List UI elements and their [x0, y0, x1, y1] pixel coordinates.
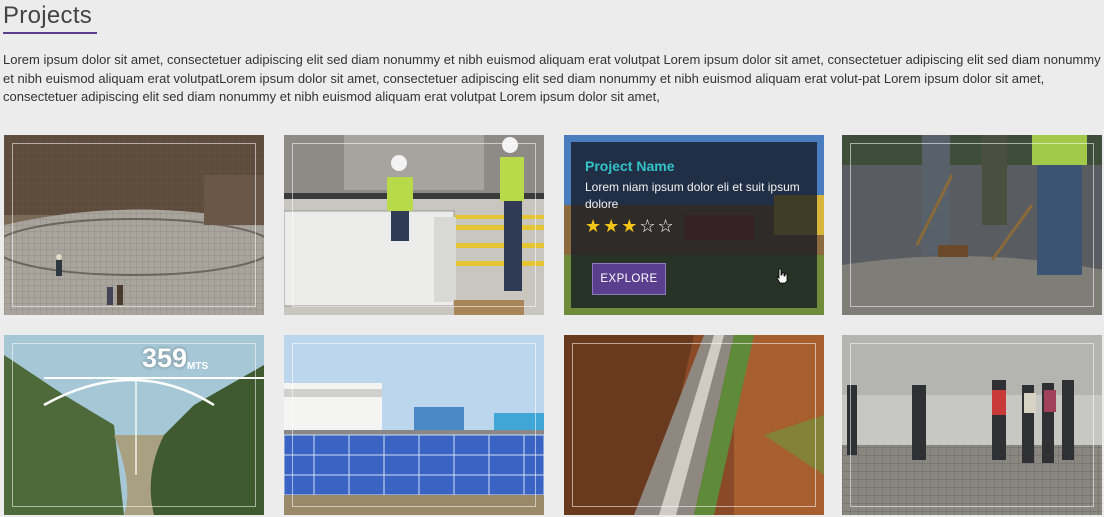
- project-tile-2[interactable]: [284, 135, 544, 315]
- workers-container-image: [284, 135, 544, 315]
- page-title: Projects: [3, 2, 93, 29]
- canal-channel-image: [564, 335, 824, 515]
- project-tile-4[interactable]: [842, 135, 1102, 315]
- workers-shoveling-image: [842, 135, 1102, 315]
- star-filled-icon: ★★★: [585, 216, 640, 236]
- project-tile-1[interactable]: [4, 135, 264, 315]
- explore-button[interactable]: EXPLORE: [592, 263, 666, 295]
- project-tile-5[interactable]: 359 MTS: [4, 335, 264, 515]
- hand-cursor-icon: [776, 268, 788, 284]
- solar-panels-image: [284, 335, 544, 515]
- rebar-foundation-image: [4, 135, 264, 315]
- project-rating: ★★★☆☆: [585, 216, 676, 236]
- projects-grid: Project Name Lorem niam ipsum dolor eli …: [4, 135, 1104, 515]
- height-unit: MTS: [187, 361, 209, 372]
- project-tile-6[interactable]: [284, 335, 544, 515]
- project-tile-8[interactable]: [842, 335, 1102, 515]
- workers-rebar-grid-image: [842, 335, 1102, 515]
- project-tile-7[interactable]: [564, 335, 824, 515]
- project-name[interactable]: Project Name: [585, 158, 674, 174]
- height-value: 359: [142, 343, 188, 373]
- project-tile-3-active[interactable]: Project Name Lorem niam ipsum dolor eli …: [564, 135, 824, 315]
- star-empty-icon: ☆☆: [639, 216, 676, 236]
- project-description: Lorem niam ipsum dolor eli et suit ipsum…: [585, 180, 800, 211]
- intro-paragraph: Lorem ipsum dolor sit amet, consectetuer…: [3, 52, 1101, 104]
- bridge-valley-image: [4, 335, 264, 515]
- title-underline: [3, 32, 97, 34]
